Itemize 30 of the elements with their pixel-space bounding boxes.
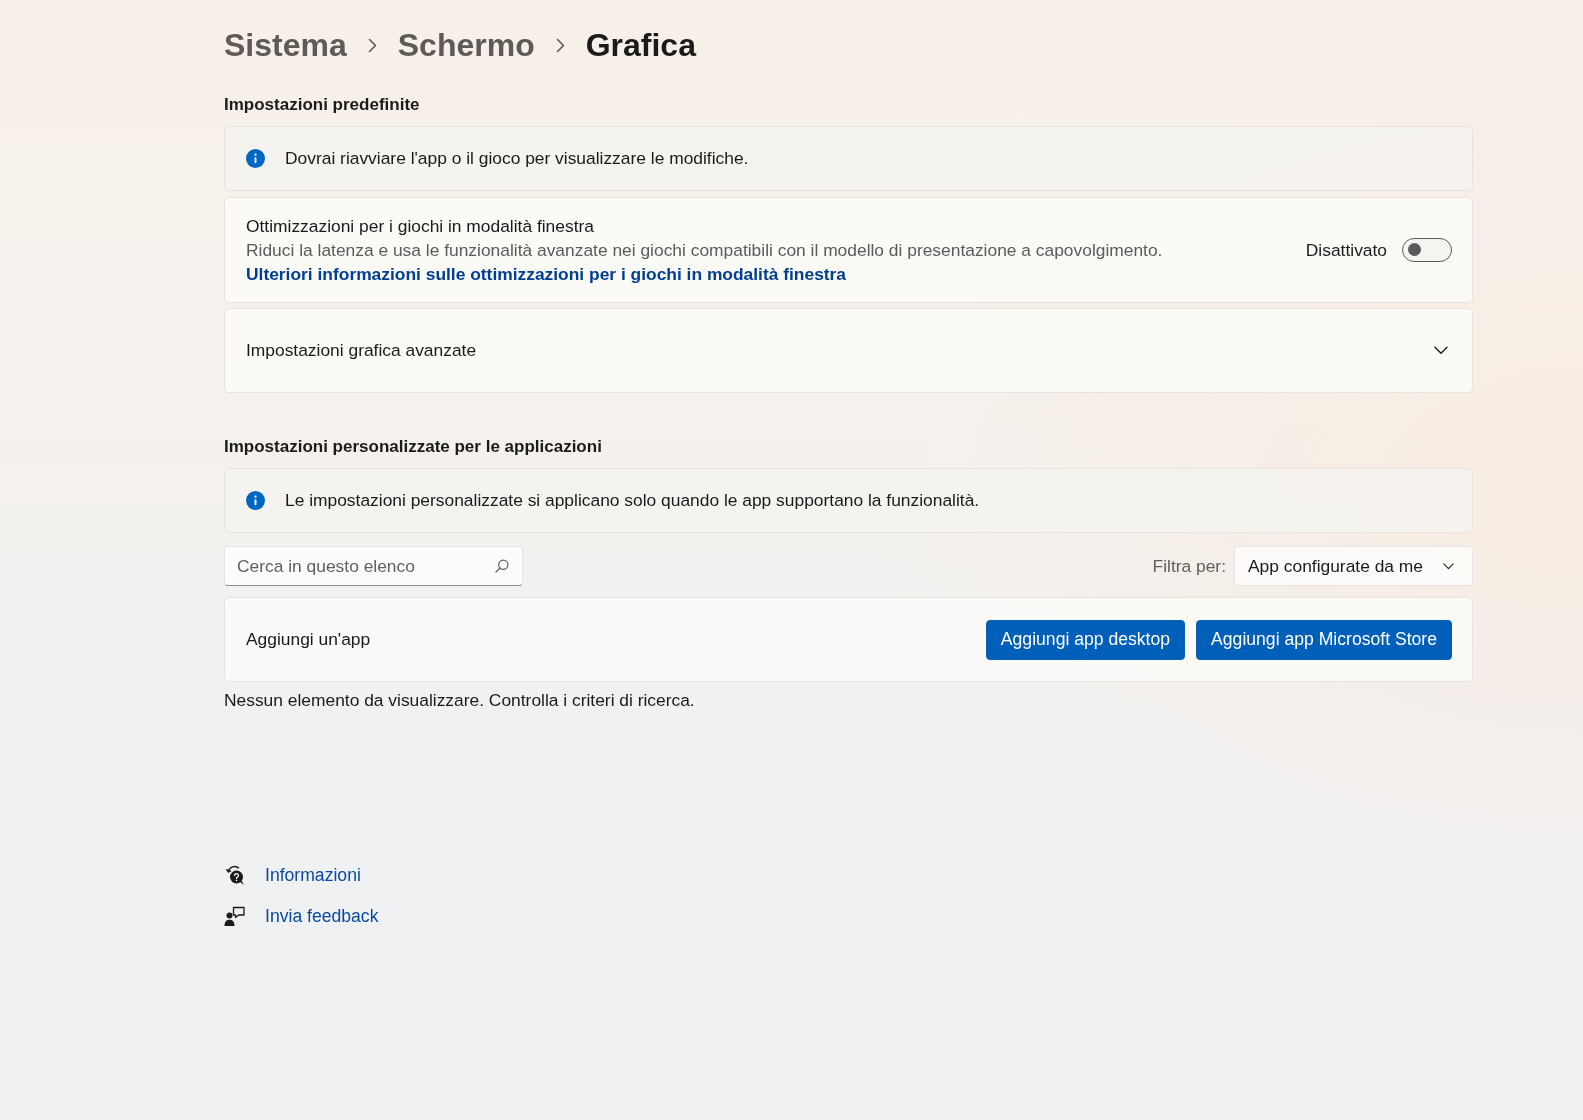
breadcrumb-link[interactable]: Schermo — [397, 22, 535, 68]
info-icon — [246, 491, 265, 510]
filter-label: Filtra per: — [1152, 554, 1226, 578]
section-heading: Impostazioni predefinite — [224, 94, 421, 116]
help-icon — [224, 864, 245, 886]
info-icon — [246, 149, 265, 168]
chevron-down-icon — [1443, 562, 1454, 570]
empty-message: Nessun elemento da visualizzare. Controlla i criteri di ricerca. — [224, 689, 696, 711]
feedback-link[interactable]: Invia feedback — [265, 902, 379, 930]
expander-header[interactable]: Impostazioni grafica avanzate — [224, 308, 1473, 393]
search-icon — [495, 559, 509, 573]
add-app-button[interactable]: Aggiungi app desktop — [985, 619, 1186, 660]
info-text: Dovrai riavviare l'app o il gioco per visualizzare le modifiche. — [285, 147, 749, 171]
section-heading: Impostazioni personalizzate per le applicazioni — [224, 436, 603, 458]
toggle-state-label: Disattivato — [1305, 238, 1387, 262]
feedback-icon — [224, 905, 245, 927]
toggle-switch[interactable] — [1402, 238, 1452, 262]
setting-title: Ottimizzazioni per i giochi in modalità finestra — [246, 215, 595, 238]
page-title: Grafica — [585, 26, 696, 65]
help-link[interactable]: Informazioni — [265, 861, 361, 889]
search-field[interactable]: Cerca in questo elenco — [224, 546, 523, 586]
breadcrumb-link[interactable]: Sistema — [224, 22, 347, 68]
chevron-right-icon — [367, 37, 377, 53]
setting-description: Riduci la latenza e usa le funzionalità avanzate nei giochi compatibili con il modello di presentazione a capovolgimento. Ulteriori informazioni sulle ottimizzazioni per i giochi in modalità finestra — [246, 239, 1164, 286]
add-app-button[interactable]: Aggiungi app Microsoft Store — [1196, 619, 1452, 660]
info-text: Le impostazioni personalizzate si applicano solo quando le app supportano la funzionalità. — [285, 489, 980, 513]
learn-more-link[interactable]: Ulteriori informazioni sulle ottimizzazioni per i giochi in modalità finestra — [246, 264, 847, 284]
filter-dropdown[interactable]: App configurate da me — [1234, 546, 1473, 586]
add-app-label: Aggiungi un'app — [246, 628, 371, 652]
chevron-right-icon — [555, 37, 565, 53]
